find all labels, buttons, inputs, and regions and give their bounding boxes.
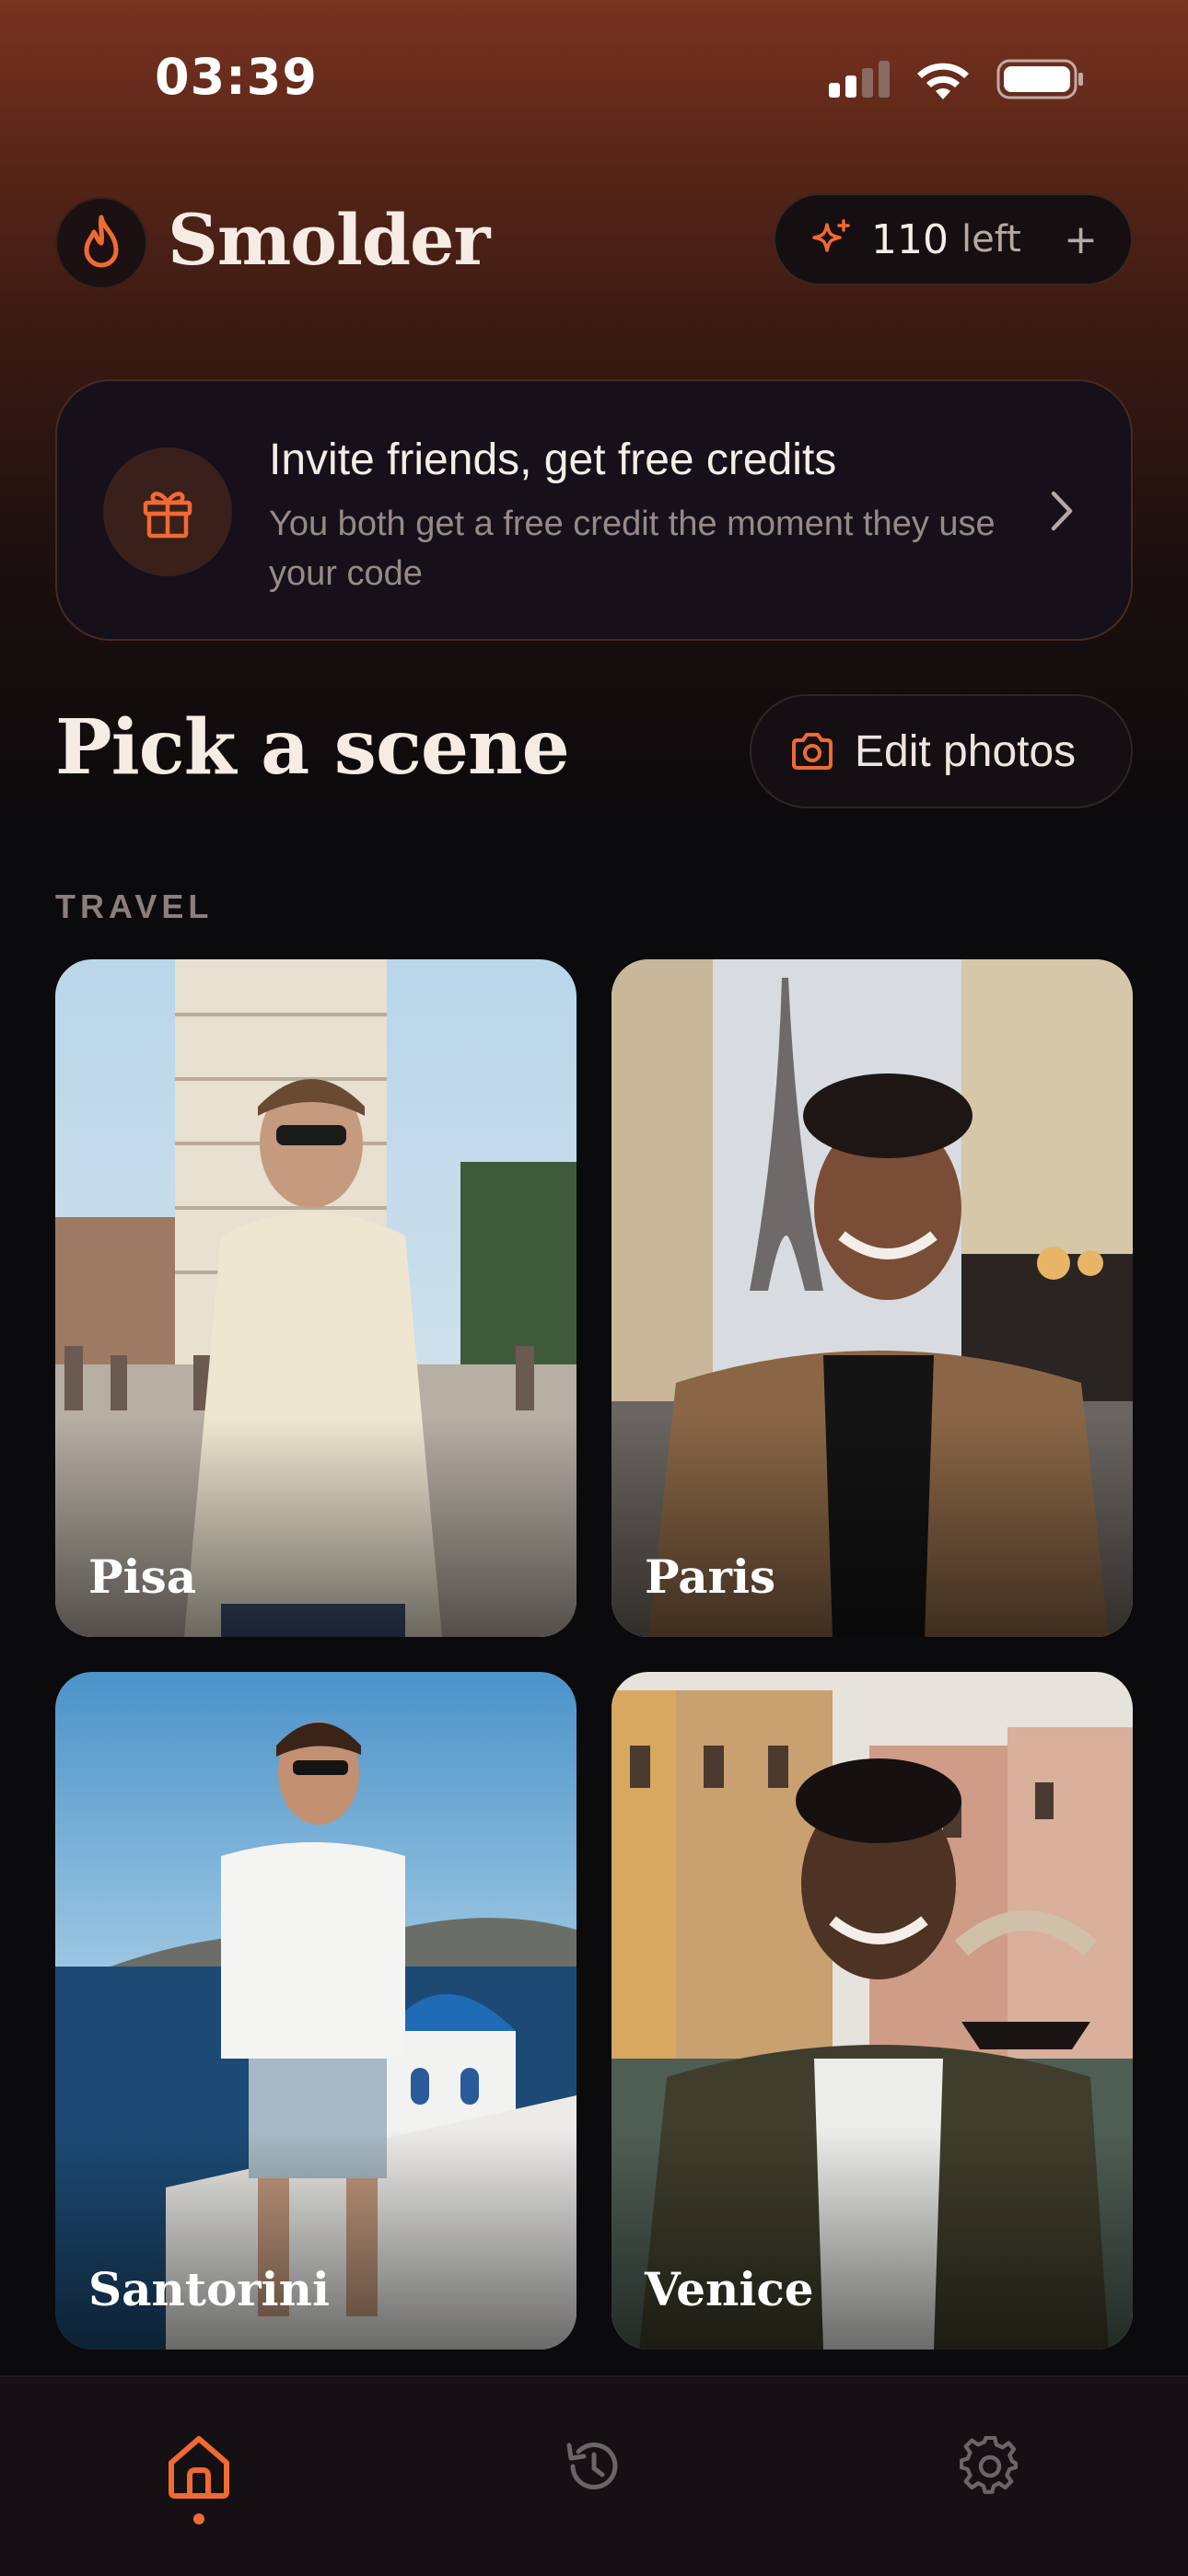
chevron-right-icon xyxy=(1051,491,1073,531)
gift-icon xyxy=(143,492,192,539)
page-title: Pick a scene xyxy=(55,703,570,792)
gift-icon-badge xyxy=(103,447,232,576)
tab-home[interactable] xyxy=(157,2425,240,2508)
flame-icon xyxy=(84,215,119,268)
invite-title: Invite friends, get free credits xyxy=(269,435,837,484)
home-icon xyxy=(169,2436,229,2499)
scene-label: Pisa xyxy=(88,1549,197,1604)
credits-suffix: left xyxy=(961,218,1021,261)
category-label: TRAVEL xyxy=(55,888,214,925)
camera-icon xyxy=(792,733,833,770)
invite-card[interactable]: Invite friends, get free credits You bot… xyxy=(55,379,1133,641)
card-shade xyxy=(55,2129,577,2350)
wifi-icon xyxy=(917,63,969,99)
credits-button[interactable]: 110 left + xyxy=(774,193,1133,285)
tab-bar xyxy=(0,2375,1188,2576)
status-icons xyxy=(829,59,1085,99)
signal-icon xyxy=(829,61,890,98)
status-time: 03:39 xyxy=(155,48,318,106)
scene-card-santorini[interactable]: Santorini xyxy=(55,1672,577,2350)
scene-label: Venice xyxy=(645,2262,814,2316)
tab-settings[interactable] xyxy=(949,2425,1031,2508)
sparkle-icon xyxy=(812,219,850,252)
app-logo xyxy=(55,197,147,289)
invite-subtitle: You both get a free credit the moment th… xyxy=(269,505,996,593)
scene-card-paris[interactable]: Paris xyxy=(611,959,1133,1637)
scene-card-pisa[interactable]: Pisa xyxy=(55,959,577,1637)
card-shade xyxy=(55,1416,577,1637)
edit-photos-button[interactable]: Edit photos xyxy=(750,694,1133,808)
active-tab-indicator xyxy=(193,2513,204,2524)
add-credits-icon: + xyxy=(1064,215,1098,263)
scene-card-venice[interactable]: Venice xyxy=(611,1672,1133,2350)
gear-icon xyxy=(960,2436,1019,2494)
card-shade xyxy=(611,2129,1133,2350)
credits-count: 110 xyxy=(871,215,949,263)
scene-label: Santorini xyxy=(88,2262,330,2316)
card-shade xyxy=(611,1416,1133,1637)
app-title: Smolder xyxy=(168,199,490,281)
scene-label: Paris xyxy=(645,1549,776,1604)
history-icon xyxy=(566,2443,618,2489)
battery-icon xyxy=(996,59,1083,99)
edit-photos-label: Edit photos xyxy=(855,726,1077,776)
tab-history[interactable] xyxy=(553,2425,635,2508)
